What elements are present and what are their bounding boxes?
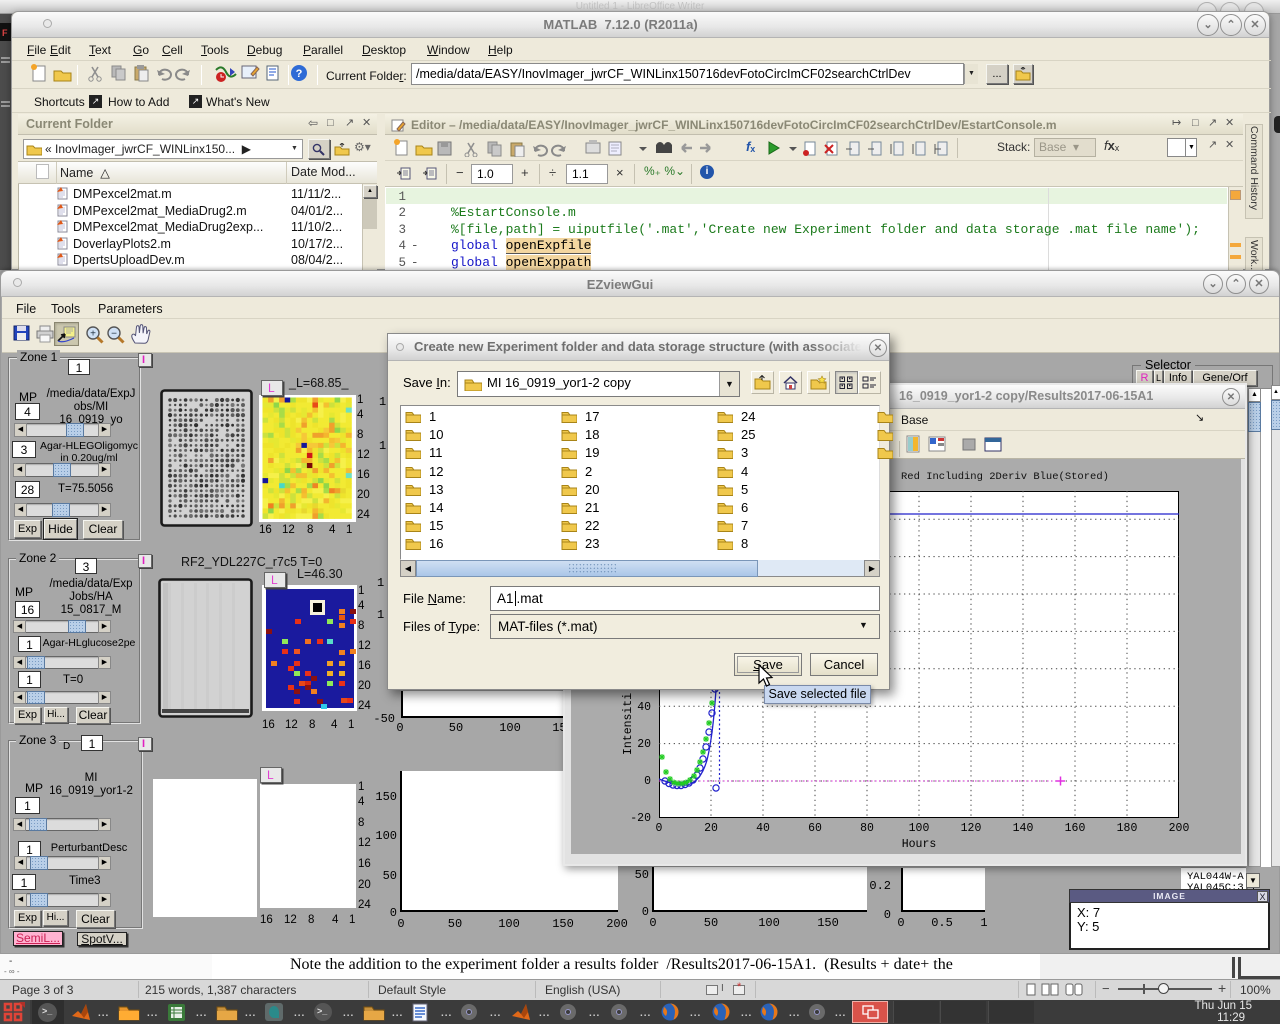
svg-text:?: ? — [296, 68, 303, 80]
svg-text:+: + — [90, 329, 96, 340]
svg-text:−: − — [111, 329, 117, 340]
